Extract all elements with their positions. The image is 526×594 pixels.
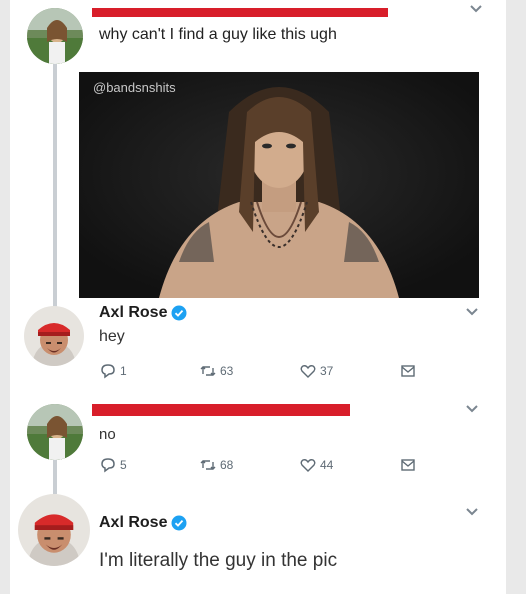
heart-icon (300, 459, 316, 472)
reply-button[interactable]: 5 (99, 456, 127, 474)
action-bar: 5 68 44 (99, 456, 429, 476)
avatar[interactable] (27, 8, 83, 64)
avatar[interactable] (27, 404, 83, 460)
avatar-woman-field (27, 8, 83, 64)
tweet-text: why can't I find a guy like this ugh (99, 26, 337, 43)
avatar-red-bandana (18, 494, 90, 566)
action-bar: 1 63 37 (99, 362, 429, 382)
thread-line (53, 62, 57, 308)
like-button[interactable]: 37 (299, 362, 333, 380)
reply-icon (101, 364, 115, 379)
tweet-text: no (99, 426, 116, 443)
chevron-down-icon[interactable] (465, 507, 479, 517)
verified-badge-icon (171, 305, 187, 321)
photo-man-long-hair (79, 72, 479, 298)
chevron-down-icon[interactable] (465, 307, 479, 317)
reply-icon (101, 458, 115, 473)
author-name[interactable]: Axl Rose (99, 304, 187, 322)
thread-line (53, 458, 57, 494)
verified-badge-icon (171, 515, 187, 531)
tweet-image[interactable]: @bandsnshits (79, 72, 479, 298)
retweet-button[interactable]: 68 (199, 456, 233, 474)
avatar[interactable] (18, 494, 90, 566)
chevron-down-icon[interactable] (465, 404, 479, 414)
tweet-text: I'm literally the guy in the pic (99, 550, 338, 571)
message-button[interactable] (399, 362, 417, 380)
like-button[interactable]: 44 (299, 456, 333, 474)
message-button[interactable] (399, 456, 417, 474)
reply-button[interactable]: 1 (99, 362, 127, 380)
avatar[interactable] (24, 306, 84, 366)
redacted-name (92, 8, 388, 17)
redacted-name (92, 404, 350, 416)
twitter-thread: why can't I find a guy like this ugh @ba… (10, 0, 506, 594)
author-name[interactable]: Axl Rose (99, 514, 187, 532)
message-icon (401, 459, 415, 471)
retweet-button[interactable]: 63 (199, 362, 233, 380)
avatar-red-bandana (24, 306, 84, 366)
chevron-down-icon[interactable] (469, 4, 483, 14)
message-icon (401, 365, 415, 377)
tweet-text: hey (99, 328, 125, 345)
retweet-icon (200, 366, 216, 376)
image-watermark: @bandsnshits (93, 80, 176, 95)
avatar-woman-field (27, 404, 83, 460)
heart-icon (300, 365, 316, 378)
retweet-icon (200, 460, 216, 470)
